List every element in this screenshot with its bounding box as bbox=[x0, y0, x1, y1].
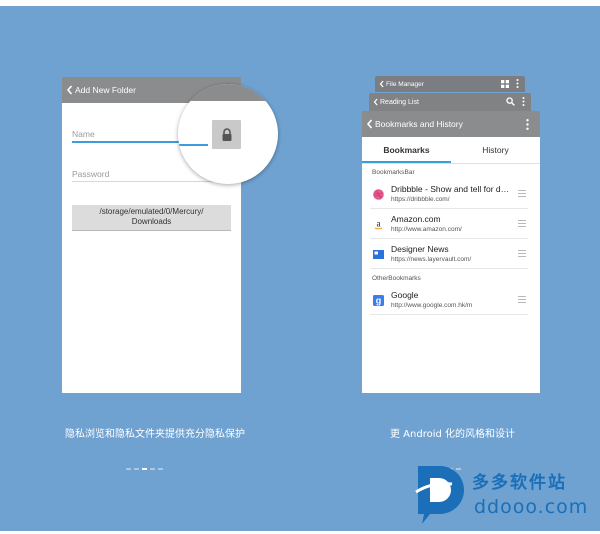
svg-text:a: a bbox=[377, 219, 381, 229]
bookmark-title: Designer News bbox=[391, 244, 449, 254]
bookmarks-toolbar: Bookmarks and History bbox=[362, 111, 540, 137]
magnified-toolbar bbox=[178, 84, 278, 101]
google-icon: g bbox=[373, 295, 384, 306]
download-path-button[interactable]: /storage/emulated/0/Mercury/ Downloads bbox=[72, 205, 231, 231]
drag-handle-icon[interactable] bbox=[518, 190, 526, 197]
back-chevron-icon[interactable] bbox=[366, 118, 375, 130]
section-label: BookmarksBar bbox=[372, 169, 415, 176]
amazon-icon: a bbox=[373, 219, 384, 230]
file-manager-card[interactable]: File Manager bbox=[375, 76, 525, 92]
bookmark-title: Dribbble - Show and tell for d… bbox=[391, 184, 510, 194]
bookmark-row[interactable]: a Amazon.com http://www.amazon.com/ bbox=[362, 209, 540, 239]
dribbble-icon bbox=[373, 189, 384, 200]
drag-handle-icon[interactable] bbox=[518, 250, 526, 257]
path-line-1: /storage/emulated/0/Mercury/ bbox=[99, 207, 204, 216]
drag-handle-icon[interactable] bbox=[518, 296, 526, 303]
tab-history[interactable]: History bbox=[451, 137, 540, 163]
overflow-icon[interactable] bbox=[522, 97, 525, 106]
lock-button[interactable] bbox=[212, 120, 241, 149]
magnifier-circle bbox=[178, 84, 278, 184]
bookmarks-tabs: Bookmarks History bbox=[362, 137, 540, 163]
bookmark-row[interactable]: Dribbble - Show and tell for d… https://… bbox=[362, 179, 540, 209]
drag-handle-icon[interactable] bbox=[518, 220, 526, 227]
promo-canvas: Add New Folder Name Password /storage/em… bbox=[0, 0, 600, 534]
overflow-icon[interactable] bbox=[516, 79, 519, 88]
page-dot bbox=[150, 468, 155, 470]
tab-bookmarks[interactable]: Bookmarks bbox=[362, 137, 451, 163]
bookmark-url: https://dribbble.com/ bbox=[391, 196, 450, 203]
password-input[interactable]: Password bbox=[72, 169, 109, 179]
toolbar-title: Add New Folder bbox=[75, 85, 136, 95]
section-label: OtherBookmarks bbox=[372, 275, 421, 282]
back-chevron-icon bbox=[379, 80, 386, 89]
bookmarks-screen: Bookmarks and History Bookmarks History … bbox=[362, 111, 540, 393]
right-caption: 更 Android 化的风格和设计 bbox=[389, 429, 516, 440]
back-chevron-icon bbox=[373, 98, 380, 107]
watermark-cn: 多多软件站 bbox=[472, 473, 567, 493]
page-dot bbox=[134, 468, 139, 470]
left-caption: 隐私浏览和隐私文件夹提供充分隐私保护 bbox=[65, 429, 245, 440]
card-title: Reading List bbox=[380, 98, 419, 106]
bookmark-title: Google bbox=[391, 290, 419, 300]
password-input-underline bbox=[72, 181, 231, 182]
svg-text:g: g bbox=[376, 296, 382, 306]
page-dot bbox=[126, 468, 131, 470]
page-dot bbox=[158, 468, 163, 470]
magnified-input-underline bbox=[178, 144, 208, 146]
grid-icon[interactable] bbox=[501, 79, 509, 88]
bookmark-row[interactable]: Designer News https://news.layervault.co… bbox=[362, 239, 540, 269]
bookmark-title: Amazon.com bbox=[391, 214, 441, 224]
lock-icon bbox=[222, 127, 231, 141]
row-divider bbox=[370, 268, 528, 269]
path-line-2: Downloads bbox=[131, 217, 172, 226]
designer-news-icon bbox=[373, 250, 384, 259]
name-input[interactable]: Name bbox=[72, 129, 95, 139]
toolbar-title: Bookmarks and History bbox=[375, 119, 463, 129]
row-divider bbox=[370, 314, 528, 315]
overflow-icon[interactable] bbox=[526, 119, 529, 130]
search-icon[interactable] bbox=[506, 97, 515, 106]
ddooo-logo-icon bbox=[415, 466, 464, 524]
back-chevron-icon[interactable] bbox=[66, 84, 75, 96]
reading-list-card[interactable]: Reading List bbox=[369, 93, 531, 111]
bookmark-url: http://www.amazon.com/ bbox=[391, 226, 462, 233]
site-watermark: 多多软件站 ddooo.com bbox=[412, 462, 600, 532]
tabs-divider bbox=[362, 163, 540, 164]
page-indicator-left bbox=[126, 468, 163, 470]
bookmark-row[interactable]: g Google http://www.google.com.hk/m bbox=[362, 285, 540, 315]
watermark-en: ddooo.com bbox=[474, 496, 589, 518]
card-title: File Manager bbox=[386, 80, 424, 88]
page-dot-active bbox=[142, 468, 147, 470]
bookmark-url: https://news.layervault.com/ bbox=[391, 256, 472, 263]
bookmark-url: http://www.google.com.hk/m bbox=[391, 302, 473, 309]
